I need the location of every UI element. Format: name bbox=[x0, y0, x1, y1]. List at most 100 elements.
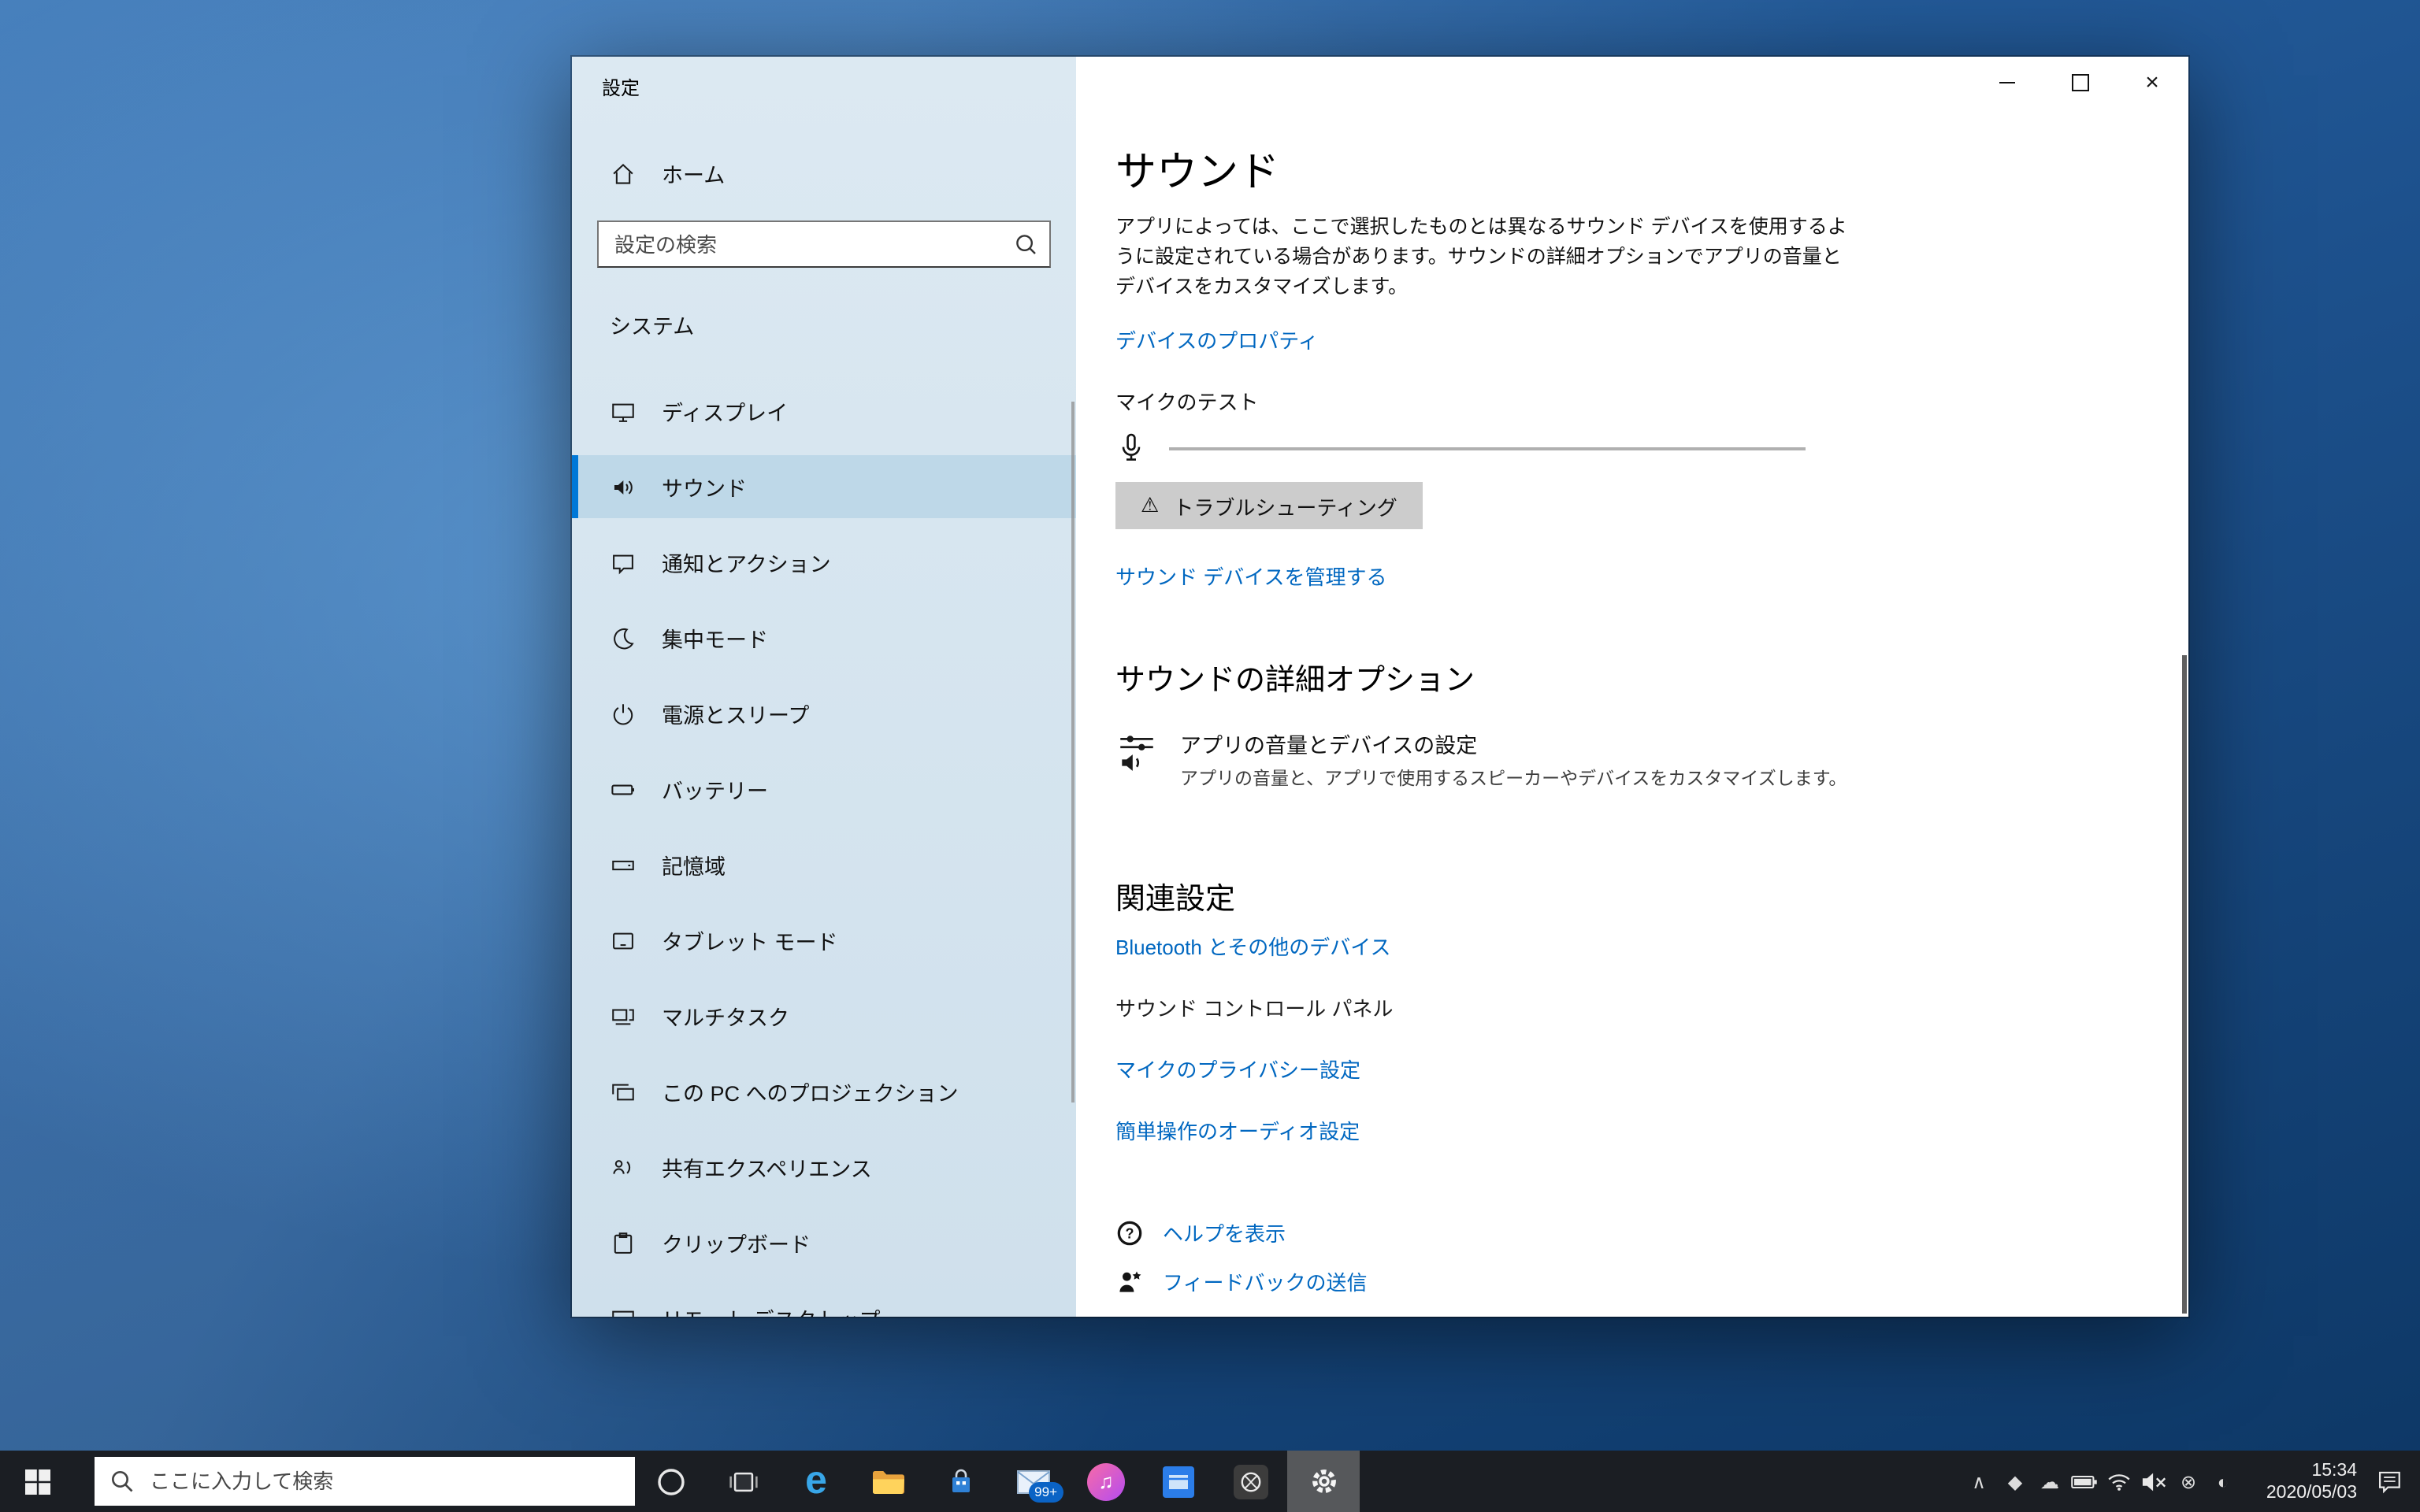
send-feedback-link[interactable]: フィードバックの送信 bbox=[1163, 1266, 1368, 1296]
feedback-row[interactable]: フィードバックの送信 bbox=[1115, 1266, 2188, 1296]
minimize-button[interactable] bbox=[1971, 57, 2043, 107]
remote-desktop-icon bbox=[612, 1310, 634, 1317]
task-view-icon bbox=[729, 1471, 758, 1492]
home-icon bbox=[613, 163, 633, 183]
mic-privacy-link[interactable]: マイクのプライバシー設定 bbox=[1115, 1054, 2188, 1084]
itunes-button[interactable]: ♫ bbox=[1070, 1451, 1142, 1512]
sidebar-section-label: システム bbox=[610, 315, 695, 339]
app-window-button[interactable] bbox=[1142, 1451, 1215, 1512]
sidebar-item-battery[interactable]: バッテリー bbox=[572, 758, 1076, 821]
battery-icon bbox=[611, 784, 634, 795]
sidebar-item-notifications[interactable]: 通知とアクション bbox=[572, 531, 1076, 594]
sidebar-item-power[interactable]: 電源とスリープ bbox=[572, 682, 1076, 745]
sidebar-item-multitask[interactable]: マルチタスク bbox=[572, 984, 1076, 1047]
device-properties-link[interactable]: デバイスのプロパティ bbox=[1115, 324, 2188, 354]
power-icon bbox=[613, 703, 633, 724]
cortana-button[interactable] bbox=[635, 1451, 707, 1512]
sidebar-item-label: 共有エクスペリエンス bbox=[662, 1158, 872, 1181]
clock-date: 2020/05/03 bbox=[2266, 1483, 2357, 1502]
sidebar-item-label: クリップボード bbox=[662, 1233, 811, 1257]
edge-button[interactable]: e bbox=[780, 1451, 852, 1512]
mic-test-label: マイクのテスト bbox=[1115, 391, 1259, 414]
store-bag-icon bbox=[952, 1468, 970, 1492]
sidebar-item-label: バッテリー bbox=[662, 780, 768, 803]
action-center-icon bbox=[2377, 1471, 2400, 1494]
app-volume-subtitle: アプリの音量と、アプリで使用するスピーカーやデバイスをカスタマイズします。 bbox=[1180, 770, 1847, 789]
action-center-button[interactable] bbox=[2357, 1451, 2420, 1512]
cortana-icon bbox=[658, 1468, 685, 1495]
sidebar-item-focus[interactable]: 集中モード bbox=[572, 606, 1076, 669]
speaker-icon bbox=[614, 480, 633, 494]
sidebar-item-label: ディスプレイ bbox=[662, 402, 789, 425]
tray-disconnect-icon[interactable]: ⊗ bbox=[2171, 1451, 2206, 1512]
projection-icon bbox=[612, 1083, 634, 1100]
folder-icon bbox=[872, 1470, 904, 1493]
sidebar-item-remote-desktop[interactable]: リモート デスクトップ bbox=[572, 1287, 1076, 1317]
start-button[interactable] bbox=[0, 1451, 76, 1512]
troubleshoot-button[interactable]: ⚠ トラブルシューティング bbox=[1115, 482, 1423, 529]
store-button[interactable] bbox=[925, 1451, 997, 1512]
page-title: サウンド bbox=[1115, 148, 1280, 195]
sidebar-item-shared-experiences[interactable]: 共有エクスペリエンス bbox=[572, 1136, 1076, 1199]
maximize-icon bbox=[2071, 73, 2088, 91]
mail-unread-badge: 99+ bbox=[1028, 1482, 1063, 1502]
settings-search-input[interactable] bbox=[599, 232, 1015, 256]
taskbar-search-box[interactable] bbox=[95, 1457, 635, 1506]
settings-taskbar-button[interactable] bbox=[1287, 1451, 1360, 1512]
maximize-button[interactable] bbox=[2043, 57, 2116, 107]
tray-battery-icon[interactable] bbox=[2067, 1451, 2102, 1512]
svg-text:?: ? bbox=[1126, 1225, 1134, 1240]
feedback-person-icon bbox=[1119, 1270, 1141, 1292]
show-help-link[interactable]: ヘルプを表示 bbox=[1163, 1217, 1286, 1247]
sidebar-item-label: マルチタスク bbox=[662, 1006, 789, 1030]
hidden-icons-chevron[interactable]: ∧ bbox=[1960, 1451, 1998, 1512]
edge-icon: e bbox=[805, 1458, 827, 1503]
taskbar-search-input[interactable] bbox=[147, 1468, 635, 1495]
tray-volume-muted-icon[interactable] bbox=[2136, 1451, 2171, 1512]
xbox-icon bbox=[1234, 1464, 1268, 1499]
bluetooth-devices-link[interactable]: Bluetooth とその他のデバイス bbox=[1115, 931, 2188, 961]
sound-settings-panel: サウンド アプリによっては、ここで選択したものとは異なるサウンド デバイスを使用… bbox=[1076, 107, 2188, 1317]
sidebar-item-label: 電源とスリープ bbox=[662, 704, 810, 728]
sidebar-item-label: サウンド bbox=[662, 477, 747, 501]
settings-sidebar: ホーム システム ディスプレイ サウンド bbox=[572, 57, 1076, 1317]
help-row[interactable]: ? ヘルプを表示 bbox=[1115, 1217, 2188, 1247]
file-explorer-button[interactable] bbox=[852, 1451, 925, 1512]
minimize-icon bbox=[1999, 81, 2015, 83]
app-volume-row[interactable]: アプリの音量とデバイスの設定 アプリの音量と、アプリで使用するスピーカーやデバイ… bbox=[1115, 728, 2188, 791]
tray-cloud-icon[interactable]: ☁ bbox=[2032, 1451, 2067, 1512]
sidebar-scrollbar[interactable] bbox=[1071, 402, 1075, 1102]
sidebar-item-tablet[interactable]: タブレット モード bbox=[572, 909, 1076, 972]
storage-icon bbox=[612, 859, 634, 870]
task-view-button[interactable] bbox=[707, 1451, 780, 1512]
taskbar-clock[interactable]: 15:34 2020/05/03 bbox=[2240, 1459, 2357, 1503]
help-icon: ? bbox=[1117, 1220, 1142, 1245]
sidebar-item-label: 集中モード bbox=[662, 628, 768, 652]
tray-shield-icon[interactable]: ◆ bbox=[1998, 1451, 2032, 1512]
sidebar-item-sound[interactable]: サウンド bbox=[572, 455, 1076, 518]
sidebar-item-projection[interactable]: この PC へのプロジェクション bbox=[572, 1060, 1076, 1123]
sidebar-item-label: この PC へのプロジェクション bbox=[662, 1082, 959, 1106]
advanced-options-heading: サウンドの詳細オプション bbox=[1115, 665, 1475, 698]
sidebar-item-display[interactable]: ディスプレイ bbox=[572, 380, 1076, 443]
search-icon bbox=[1015, 233, 1037, 255]
sidebar-item-label: リモート デスクトップ bbox=[662, 1303, 881, 1317]
settings-search-box[interactable] bbox=[597, 220, 1051, 268]
sidebar-item-storage[interactable]: 記憶域 bbox=[572, 833, 1076, 896]
tray-wifi-icon[interactable] bbox=[2102, 1451, 2136, 1512]
ease-of-access-audio-link[interactable]: 簡単操作のオーディオ設定 bbox=[1115, 1115, 2188, 1145]
manage-sound-devices-link[interactable]: サウンド デバイスを管理する bbox=[1115, 561, 2188, 591]
mic-level-bar bbox=[1169, 447, 1806, 450]
sidebar-home-label: ホーム bbox=[662, 164, 726, 187]
xbox-button[interactable] bbox=[1215, 1451, 1287, 1512]
multitask-icon bbox=[612, 1008, 634, 1025]
sound-control-panel-item[interactable]: サウンド コントロール パネル bbox=[1115, 992, 2188, 1022]
mail-button[interactable]: 99+ bbox=[997, 1451, 1070, 1512]
tray-moon-icon[interactable]: ◐ bbox=[2206, 1451, 2240, 1512]
sidebar-item-label: 通知とアクション bbox=[662, 553, 831, 576]
window-scrollbar[interactable] bbox=[2182, 655, 2187, 1314]
close-button[interactable]: × bbox=[2116, 57, 2188, 107]
sidebar-item-home[interactable]: ホーム bbox=[572, 142, 1076, 205]
tablet-icon bbox=[613, 932, 633, 949]
sidebar-item-clipboard[interactable]: クリップボード bbox=[572, 1211, 1076, 1274]
